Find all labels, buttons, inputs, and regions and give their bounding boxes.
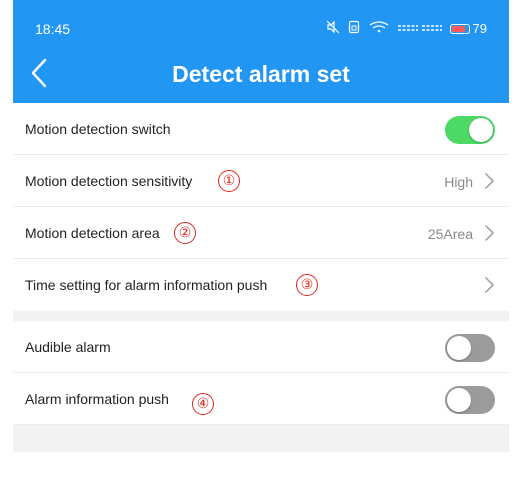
callout-marker: ② — [174, 222, 196, 244]
phone-screen: 18:45 79 Detect alarm set Motion detecti… — [13, 0, 509, 477]
callout-marker: ④ — [192, 393, 214, 415]
row-label: Audible alarm — [25, 339, 111, 355]
battery-level: 79 — [472, 21, 487, 36]
row-label: Motion detection area — [25, 225, 160, 241]
sensitivity-value: High — [444, 174, 473, 190]
wifi-icon — [368, 21, 390, 37]
app-header: 18:45 79 Detect alarm set — [13, 0, 509, 103]
status-time: 18:45 — [35, 21, 71, 37]
row-label: Motion detection switch — [25, 121, 171, 137]
mute-icon — [326, 20, 340, 38]
chevron-right-icon — [485, 173, 494, 189]
callout-marker: ③ — [296, 274, 318, 296]
section-divider — [13, 311, 509, 321]
area-value: 25Area — [427, 226, 473, 242]
status-bar: 18:45 79 — [13, 0, 509, 38]
row-audible-alarm: Audible alarm — [13, 321, 509, 373]
motion-detection-toggle[interactable] — [445, 116, 495, 144]
chevron-right-icon — [485, 225, 494, 241]
sim-icon — [347, 20, 361, 38]
signal-icon — [397, 21, 443, 37]
chevron-right-icon — [485, 277, 494, 293]
row-label: Alarm information push — [25, 391, 169, 407]
row-alarm-information-push: Alarm information push ④ — [13, 373, 509, 425]
audible-alarm-toggle[interactable] — [445, 334, 495, 362]
callout-marker: ① — [218, 170, 240, 192]
status-icons: 79 — [326, 20, 487, 38]
row-label: Time setting for alarm information push — [25, 277, 268, 293]
row-motion-detection-sensitivity[interactable]: Motion detection sensitivity ① High — [13, 155, 509, 207]
bottom-spacer — [13, 425, 509, 452]
row-push-time-setting[interactable]: Time setting for alarm information push … — [13, 259, 509, 311]
row-label: Motion detection sensitivity — [25, 173, 193, 189]
settings-list: Motion detection switch Motion detection… — [13, 103, 509, 452]
page-title: Detect alarm set — [172, 61, 350, 87]
alarm-push-toggle[interactable] — [445, 386, 495, 414]
battery-indicator: 79 — [449, 21, 487, 37]
battery-icon — [449, 24, 470, 34]
row-motion-detection-switch: Motion detection switch — [13, 103, 509, 155]
row-motion-detection-area[interactable]: Motion detection area ② 25Area — [13, 207, 509, 259]
